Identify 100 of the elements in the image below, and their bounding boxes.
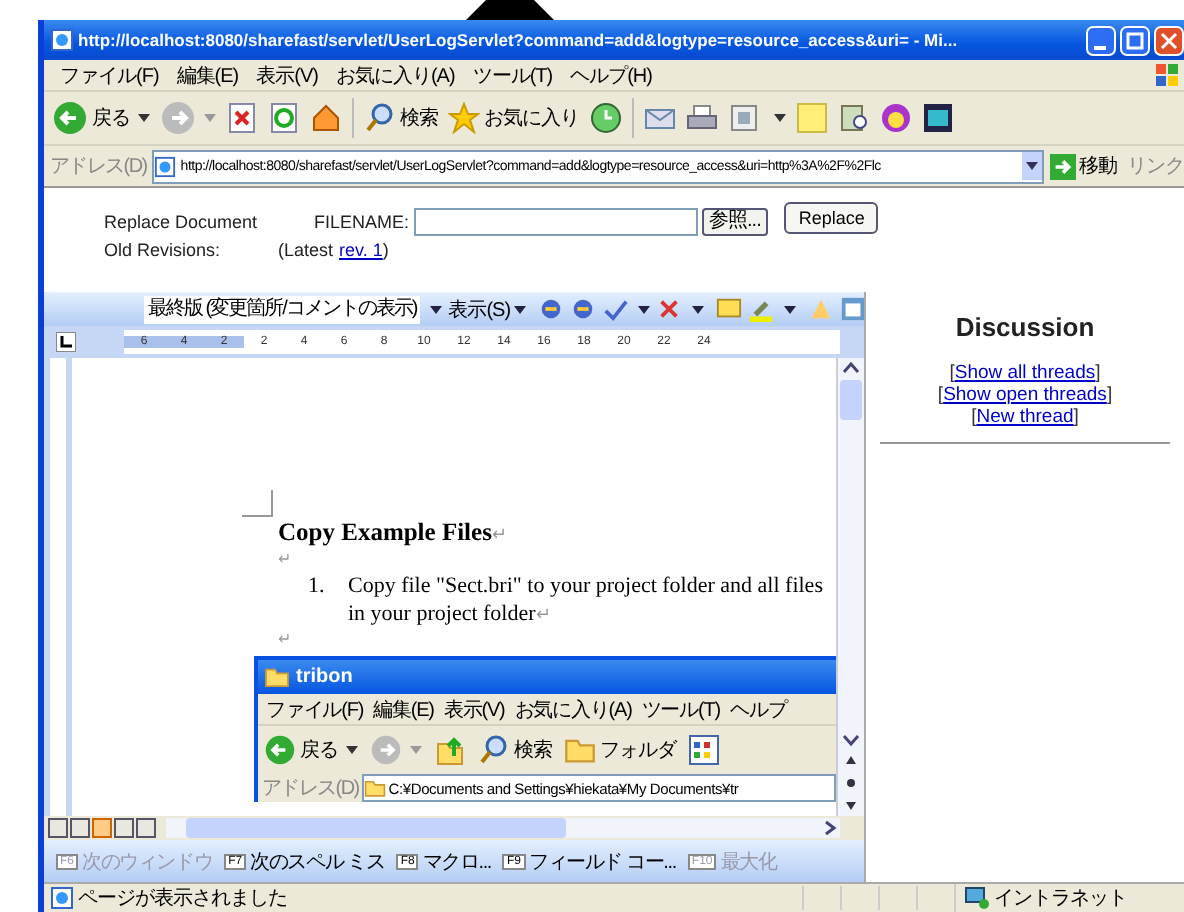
discussion-title: Discussion [955,312,1095,342]
menu-item[interactable]: ファイル(F) [60,61,159,89]
scroll-right-icon[interactable] [820,818,840,838]
caret-icon [410,746,422,754]
list-item-text: Copy file "Sect.bri" to your project folder and all files in your project folder↵ [348,572,823,628]
window-title: http://localhost:8080/sharefast/servlet/UserLogServlet?command=add&logtype=resource_access&uri= - Mi... [78,30,960,50]
caret-icon [514,305,527,313]
caret-icon[interactable] [773,114,785,122]
caret-icon[interactable] [638,305,651,313]
app-icon[interactable] [921,102,953,134]
search-button[interactable]: 検索 [478,734,552,766]
zone-text: イントラネット [954,884,1184,912]
menu-item[interactable]: ツール(T) [472,61,553,89]
go-button[interactable]: 移動 [1049,152,1117,180]
browse-button[interactable]: 参照... [701,208,769,236]
caret-icon [204,114,216,122]
reject-change-icon[interactable] [656,296,683,322]
favorites-button[interactable]: お気に入り [448,102,579,134]
thread-link[interactable]: Show all threads [954,362,1096,384]
paragraph-mark: ↵ [278,550,292,568]
menu-item[interactable]: ツール(T) [641,695,720,723]
maximize-button[interactable] [1120,25,1150,55]
old-revisions-label: Old Revisions: [104,240,223,260]
replace-label: Replace Document [104,212,260,232]
views-icon[interactable] [688,734,720,766]
filename-field[interactable] [413,208,698,236]
highlight-icon[interactable] [748,296,775,322]
menu-item[interactable]: 編集(E) [176,61,239,89]
view-button[interactable] [70,818,90,838]
vertical-scrollbar[interactable] [836,358,864,816]
research-icon[interactable] [837,102,869,134]
explorer-title: tribon [296,666,353,688]
menu-item[interactable]: 表示(V) [443,695,505,723]
forward-button[interactable] [370,734,422,766]
search-icon [364,102,396,134]
view-button[interactable] [48,818,68,838]
windows-logo-icon [1156,63,1180,87]
caret-icon[interactable] [784,305,797,313]
status-text: ページが表示されました [44,884,802,912]
heading: Copy Example Files↵ [278,518,510,548]
search-button[interactable]: 検索 [364,102,438,134]
pane-icon[interactable] [840,296,864,322]
folders-button[interactable]: フォルダ [564,736,676,764]
revision-link[interactable]: rev. 1 [339,240,383,260]
horizontal-scrollbar[interactable] [166,818,840,838]
address-label: アドレス(D) [262,776,359,802]
thread-link[interactable]: Show open threads [943,384,1107,406]
caret-icon [138,114,150,122]
paragraph-mark: ↵ [278,630,292,648]
folder-icon [564,736,596,764]
page-icon [50,28,74,52]
refresh-icon[interactable] [268,102,300,134]
up-folder-icon[interactable] [434,734,466,766]
show-menu[interactable]: 表示(S) [448,295,527,323]
view-button[interactable] [114,818,134,838]
caret-icon[interactable] [430,305,443,313]
computer-icon [964,886,990,910]
caret-icon [346,746,358,754]
replace-button[interactable]: Replace [784,201,879,233]
page-icon [154,155,177,177]
filename-label: FILENAME: [314,212,410,232]
forward-button[interactable] [160,100,216,136]
close-button[interactable] [1154,25,1184,55]
minimize-button[interactable] [1086,25,1116,55]
star-icon [448,102,480,134]
edit-icon[interactable] [727,102,759,134]
go-arrow-icon [1049,153,1075,179]
thread-link[interactable]: New thread [976,406,1074,428]
view-button[interactable] [92,818,112,838]
printer-icon[interactable] [685,102,717,134]
menu-item[interactable]: ヘルプ(H) [570,61,652,89]
tab-selector-icon[interactable] [56,332,76,352]
latest-text: (Latest [278,240,334,260]
review-mode-dropdown[interactable]: 最終版 (変更箇所/コメントの表示) [144,295,421,323]
view-button[interactable] [136,818,156,838]
address-label: アドレス(D) [50,154,147,180]
history-icon[interactable] [589,102,621,134]
back-button[interactable]: 戻る [52,100,150,136]
previous-change-icon[interactable] [538,296,565,322]
margin-corner-mark [242,490,274,518]
back-button[interactable]: 戻る [264,734,358,766]
home-icon[interactable] [310,102,342,134]
comment-icon[interactable] [716,296,743,322]
menu-item[interactable]: お気に入り(A) [514,695,632,723]
messenger-icon[interactable] [879,102,911,134]
folder-icon [264,666,290,688]
caret-icon[interactable] [692,305,705,313]
menu-item[interactable]: お気に入り(A) [335,61,455,89]
thread-links-text: [Show all threads] [Show open threads] [New thread] [935,362,1115,428]
accept-change-icon[interactable] [602,296,629,322]
menu-item[interactable]: 編集(E) [373,695,434,723]
page-icon [50,886,74,910]
stop-icon[interactable] [226,102,258,134]
menu-item[interactable]: ファイル(F) [266,695,364,723]
next-change-icon[interactable] [570,296,597,322]
menu-item[interactable]: ヘルプ [729,695,787,723]
triangle-shape [466,0,554,20]
latest-close: ) [382,240,389,260]
menu-item[interactable]: 表示(V) [256,61,318,89]
scroll-thumb[interactable] [840,380,862,420]
